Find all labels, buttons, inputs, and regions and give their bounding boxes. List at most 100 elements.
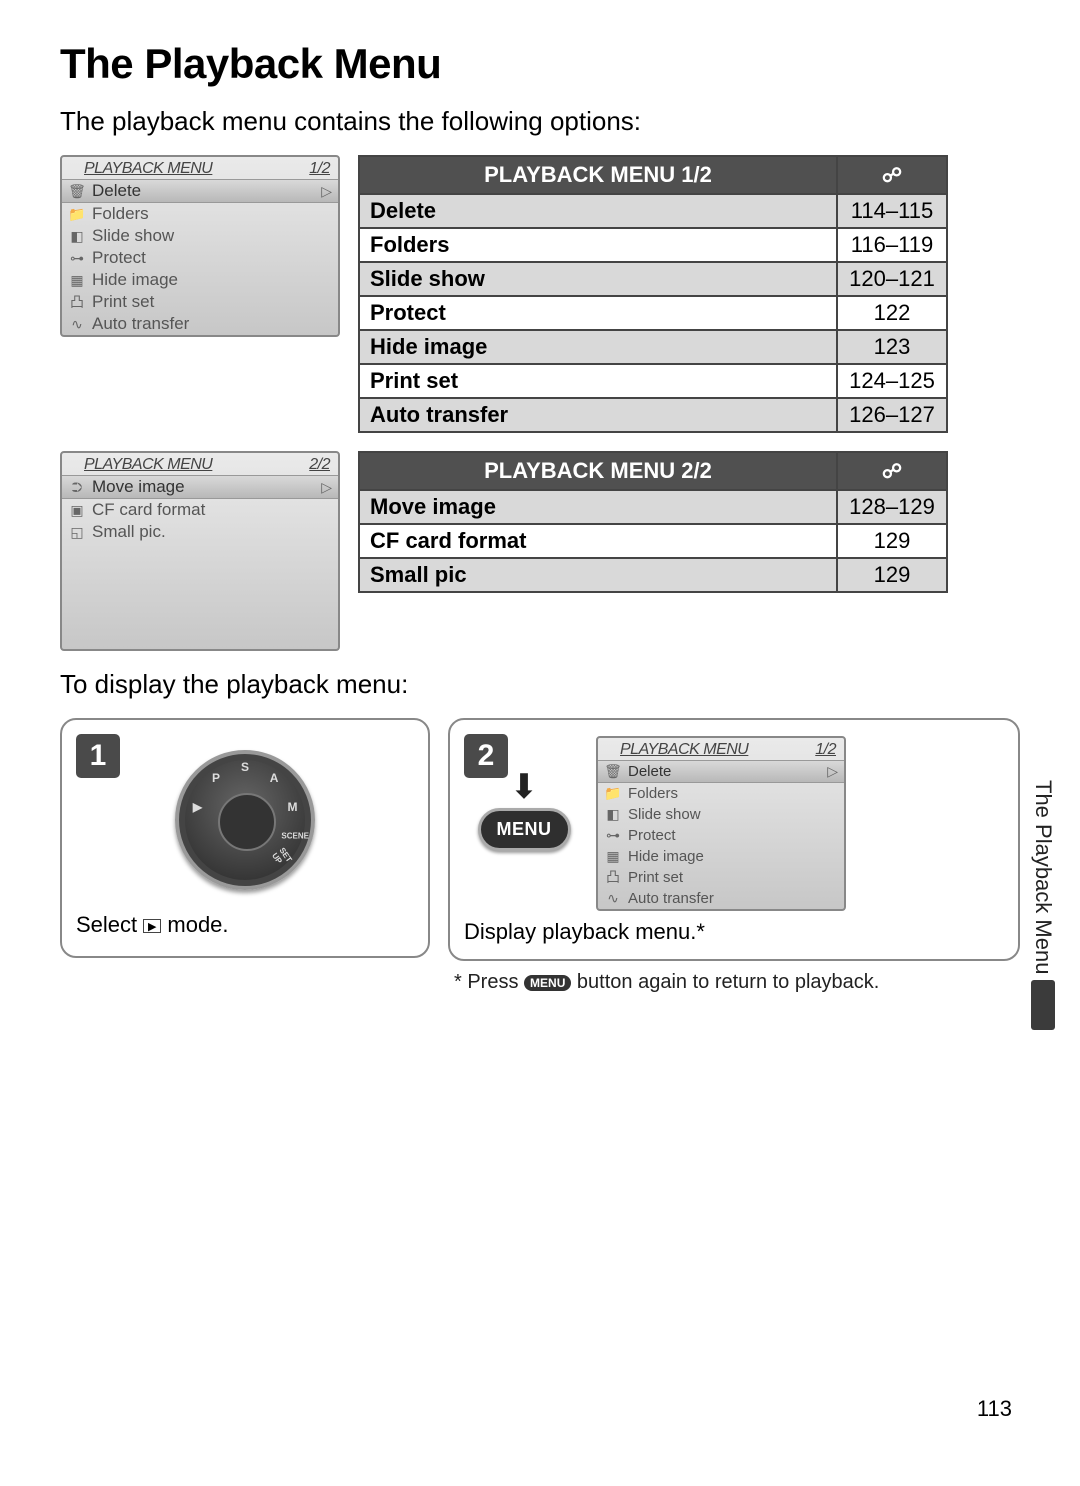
table2-header: PLAYBACK MENU 2/2 xyxy=(359,452,837,490)
side-tab-label: The Playback Menu xyxy=(1030,780,1056,974)
table-row: Slide show120–121 xyxy=(359,262,947,296)
menu-item-label: Auto transfer xyxy=(628,888,838,909)
step-1-number: 1 xyxy=(76,734,120,778)
option-name: Protect xyxy=(359,296,837,330)
lcd1-title: PLAYBACK MENU xyxy=(84,160,212,178)
lcd-menu-item: 凸 Print set xyxy=(598,867,844,888)
menu-item-icon: ◱ xyxy=(68,521,86,543)
option-name: Auto transfer xyxy=(359,398,837,432)
menu-item-label: CF card format xyxy=(92,499,332,521)
menu-item-icon: 凸 xyxy=(68,291,86,313)
menu-item-label: Slide show xyxy=(628,804,838,825)
menu-item-label: Folders xyxy=(628,783,838,804)
table-row: CF card format129 xyxy=(359,524,947,558)
step-1: 1 S A M P ▶ SCENE SET UP xyxy=(60,718,430,958)
lcd-menu-item: 🗑 Delete ▷ xyxy=(598,760,844,783)
option-name: Small pic xyxy=(359,558,837,592)
table-row: Print set124–125 xyxy=(359,364,947,398)
option-name: Slide show xyxy=(359,262,837,296)
lcd-menu-item: ∿ Auto transfer xyxy=(598,888,844,909)
option-pages: 122 xyxy=(837,296,947,330)
lcd2-page: 2/2 xyxy=(309,456,330,474)
option-pages: 114–115 xyxy=(837,194,947,228)
menu-item-label: Protect xyxy=(628,825,838,846)
menu-item-icon: ⊶ xyxy=(604,825,622,846)
menu-item-label: Delete xyxy=(628,761,821,782)
chevron-right-icon: ▷ xyxy=(827,761,838,782)
lcd-menu-item: 🗑Delete▷ xyxy=(62,179,338,203)
lcd-menu-item: ▣ CF card format xyxy=(62,499,338,521)
menu-item-label: Print set xyxy=(628,867,838,888)
lcd2-title: PLAYBACK MENU xyxy=(84,456,212,474)
option-name: Print set xyxy=(359,364,837,398)
index-table-2: PLAYBACK MENU 2/2 ☍ Move image128–129CF … xyxy=(358,451,948,593)
menu-item-label: Auto transfer xyxy=(92,313,332,335)
option-name: CF card format xyxy=(359,524,837,558)
menu-item-icon: 🗑 xyxy=(68,180,86,202)
step-2-caption: Display playback menu.* xyxy=(464,919,1004,945)
menu-item-icon: 📁 xyxy=(68,203,86,225)
table-row: Hide image123 xyxy=(359,330,947,364)
table2-page-icon: ☍ xyxy=(837,452,947,490)
menu-item-icon: 凸 xyxy=(604,867,622,888)
option-pages: 124–125 xyxy=(837,364,947,398)
menu-item-icon: ◧ xyxy=(68,225,86,247)
index-table-1: PLAYBACK MENU 1/2 ☍ Delete114–115Folders… xyxy=(358,155,948,433)
lcd-menu-item: 📁Folders xyxy=(598,783,844,804)
menu-item-icon: ▦ xyxy=(604,846,622,867)
option-name: Delete xyxy=(359,194,837,228)
step-2: 2 ⬇ MENU PLAYBACK MENU 1/2 🗑De xyxy=(448,718,1020,961)
menu-item-icon: ▣ xyxy=(68,499,86,521)
option-name: Move image xyxy=(359,490,837,524)
lcd-menu-item: ◱Small pic. xyxy=(62,521,338,543)
menu-item-icon: ◧ xyxy=(604,804,622,825)
menu-item-label: Print set xyxy=(92,291,332,313)
lcd-menu-item: ∿Auto transfer xyxy=(62,313,338,335)
option-name: Hide image xyxy=(359,330,837,364)
menu-item-label: Slide show xyxy=(92,225,332,247)
lcd-screenshot-2: PLAYBACK MENU 2/2 ⮊Move image▷▣CF card f… xyxy=(60,451,340,651)
page-number: 113 xyxy=(977,1396,1012,1422)
arrow-down-icon: ⬇ xyxy=(510,776,539,800)
lcd-menu-item: 📁 Folders xyxy=(62,203,338,225)
menu-item-label: Hide image xyxy=(628,846,838,867)
menu-item-label: Delete xyxy=(92,180,315,202)
lcd-menu-item: ⮊Move image▷ xyxy=(62,475,338,499)
step-1-caption: Select mode. xyxy=(76,912,414,938)
table1-page-icon: ☍ xyxy=(837,156,947,194)
menu-item-label: Protect xyxy=(92,247,332,269)
option-name: Folders xyxy=(359,228,837,262)
play-mode-icon xyxy=(143,919,161,933)
option-pages: 126–127 xyxy=(837,398,947,432)
menu-item-icon: ∿ xyxy=(604,888,622,909)
option-pages: 129 xyxy=(837,558,947,592)
table1-header: PLAYBACK MENU 1/2 xyxy=(359,156,837,194)
menu-item-label: Folders xyxy=(92,203,332,225)
intro-text: The playback menu contains the following… xyxy=(60,106,1020,137)
table-row: Small pic129 xyxy=(359,558,947,592)
lcd-screenshot-1: PLAYBACK MENU 1/2 🗑Delete▷📁Folders◧Slide… xyxy=(60,155,340,337)
menu-item-icon: ⊶ xyxy=(68,247,86,269)
lcd1-page: 1/2 xyxy=(309,160,330,178)
step-2-number: 2 xyxy=(464,734,508,778)
option-pages: 120–121 xyxy=(837,262,947,296)
footnote: * Press MENU button again to return to p… xyxy=(450,971,1020,994)
menu-item-icon: 🗑 xyxy=(604,761,622,782)
option-pages: 123 xyxy=(837,330,947,364)
table-row: Auto transfer126–127 xyxy=(359,398,947,432)
menu-item-label: Move image xyxy=(92,476,315,498)
lcd-menu-item: ▦Hide image xyxy=(62,269,338,291)
lcd-menu-item: ▦ Hide image xyxy=(598,846,844,867)
table-row: Move image128–129 xyxy=(359,490,947,524)
option-pages: 129 xyxy=(837,524,947,558)
menu-item-icon: ⮊ xyxy=(68,476,86,498)
lcd-menu-item: ◧ Slide show xyxy=(598,804,844,825)
table-row: Delete114–115 xyxy=(359,194,947,228)
menu-pill-icon: MENU xyxy=(524,975,571,991)
lcd-menu-item: ⊶ Protect xyxy=(598,825,844,846)
lcd-menu-item: ⊶ Protect xyxy=(62,247,338,269)
menu-button-icon: MENU xyxy=(478,808,571,851)
mode-dial-icon: S A M P ▶ SCENE SET UP xyxy=(175,750,315,890)
option-pages: 128–129 xyxy=(837,490,947,524)
lcd-menu-item: ◧ Slide show xyxy=(62,225,338,247)
